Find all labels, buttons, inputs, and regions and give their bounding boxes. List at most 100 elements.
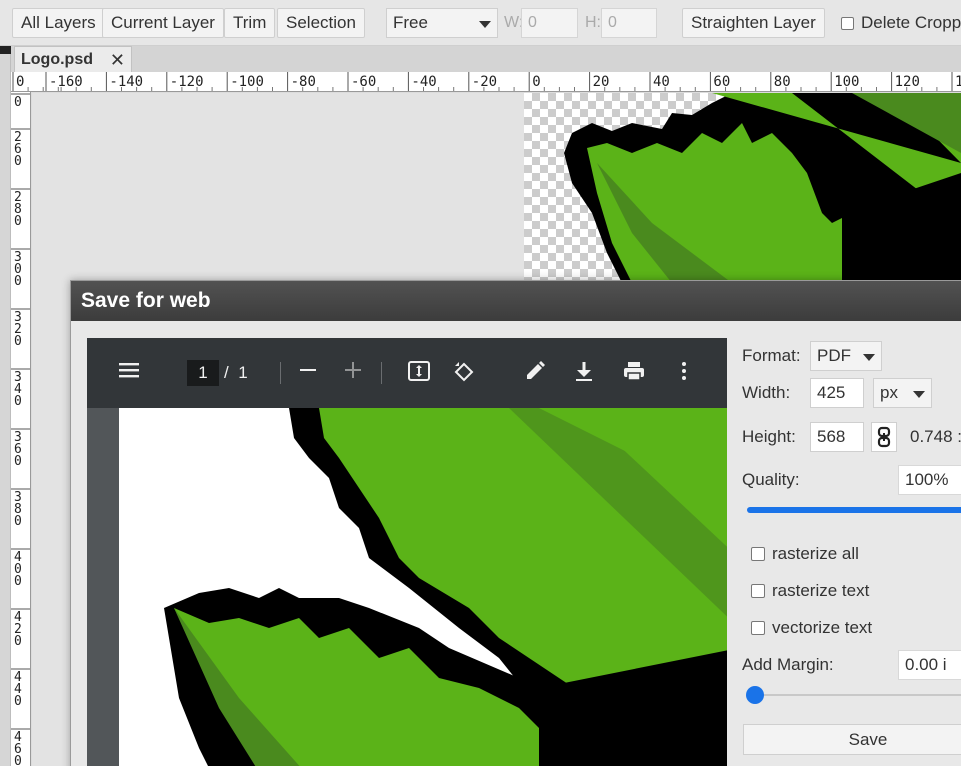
margin-input[interactable]: 0.00 i bbox=[898, 650, 961, 680]
vectorize-text-label: vectorize text bbox=[772, 618, 873, 637]
trim-button[interactable]: Trim bbox=[224, 8, 276, 38]
ruler-label: -120 bbox=[170, 74, 204, 90]
quality-slider[interactable] bbox=[747, 507, 961, 513]
ruler-label: 14 bbox=[955, 74, 961, 90]
height-input[interactable]: 568 bbox=[810, 422, 864, 452]
ruler-label: 0 bbox=[14, 394, 22, 409]
format-select[interactable]: PDF bbox=[810, 341, 882, 371]
ruler-label: 0 bbox=[14, 754, 22, 766]
ruler-label: 0 bbox=[14, 514, 22, 529]
add-margin-label: Add Margin: bbox=[742, 655, 834, 674]
save-for-web-dialog: Save for web 1 / 1 Format: PDF Width: 42… bbox=[70, 280, 961, 766]
download-icon[interactable] bbox=[570, 360, 598, 388]
zoom-in-icon[interactable] bbox=[339, 360, 367, 386]
logo-preview bbox=[119, 408, 727, 766]
quality-input[interactable]: 100% bbox=[898, 465, 961, 495]
ruler-label: 0 bbox=[14, 634, 22, 649]
width-input[interactable]: 425 bbox=[810, 378, 864, 408]
rasterize-all-label: rasterize all bbox=[772, 544, 859, 563]
ruler-label: 20 bbox=[593, 74, 610, 90]
page-total: 1 bbox=[238, 363, 248, 382]
horizontal-ruler: 0 -160 -140 -120 -100 -80 -60 -40 -20 0 20 40 60 80 10… bbox=[11, 72, 961, 92]
save-button[interactable]: Save bbox=[743, 724, 961, 755]
ruler-label: 120 bbox=[895, 74, 920, 90]
delete-cropped-label: Delete Cropp bbox=[861, 13, 961, 32]
pdf-toolbar: 1 / 1 bbox=[87, 338, 727, 408]
vertical-ruler: 0260280300320340360380400420440460 bbox=[11, 92, 31, 766]
quality-label: Quality: bbox=[742, 470, 800, 489]
ruler-label: 0 bbox=[532, 74, 540, 90]
page-number-input[interactable]: 1 bbox=[187, 360, 219, 386]
ruler-label: 0 bbox=[14, 154, 22, 169]
ratio-select-value: Free bbox=[393, 13, 428, 32]
format-label: Format: bbox=[742, 346, 801, 365]
unit-select-value: px bbox=[880, 383, 898, 402]
document-tab-label: Logo.psd bbox=[21, 51, 93, 68]
ratio-select[interactable]: Free bbox=[386, 8, 498, 38]
chevron-down-icon bbox=[863, 354, 875, 361]
chevron-down-icon bbox=[479, 21, 491, 28]
ruler-label: 0 bbox=[14, 334, 22, 349]
ruler-label: -20 bbox=[472, 74, 497, 90]
current-layer-button[interactable]: Current Layer bbox=[102, 8, 224, 38]
ruler-label: 0 bbox=[14, 95, 22, 110]
ruler-label: 0 bbox=[16, 74, 24, 90]
dialog-title[interactable]: Save for web bbox=[71, 281, 961, 321]
delete-cropped-checkbox[interactable] bbox=[841, 17, 854, 30]
ruler-label: 0 bbox=[14, 214, 22, 229]
width-input[interactable]: 0 bbox=[521, 8, 578, 38]
link-aspect-icon[interactable] bbox=[871, 422, 897, 452]
rasterize-all-checkbox[interactable] bbox=[751, 547, 765, 561]
rotate-icon[interactable] bbox=[450, 360, 478, 390]
rasterize-text-checkbox[interactable] bbox=[751, 584, 765, 598]
toolbar-divider bbox=[280, 362, 281, 384]
format-select-value: PDF bbox=[817, 346, 851, 365]
zoom-out-icon[interactable] bbox=[294, 360, 322, 386]
ruler-label: 0 bbox=[14, 274, 22, 289]
tool-strip-cap bbox=[0, 46, 11, 54]
close-icon[interactable]: ✕ bbox=[110, 47, 125, 73]
height-label: H: bbox=[585, 14, 601, 31]
ruler-label: -80 bbox=[291, 74, 316, 90]
unit-select[interactable]: px bbox=[873, 378, 932, 408]
fit-page-icon[interactable] bbox=[405, 360, 433, 388]
logo-artwork bbox=[524, 93, 961, 283]
height-label: Height: bbox=[742, 427, 796, 446]
app-window: All Layers Current Layer Trim Selection … bbox=[0, 0, 961, 766]
page-separator: / bbox=[224, 363, 229, 382]
ruler-label: 60 bbox=[713, 74, 730, 90]
pdf-preview: 1 / 1 bbox=[87, 338, 727, 766]
ruler-label: 80 bbox=[774, 74, 791, 90]
more-icon[interactable] bbox=[670, 360, 698, 388]
print-icon[interactable] bbox=[620, 360, 648, 388]
width-label: Width: bbox=[742, 383, 791, 402]
pen-icon[interactable] bbox=[521, 360, 549, 388]
chevron-down-icon bbox=[913, 391, 925, 398]
margin-slider-thumb[interactable] bbox=[746, 686, 764, 704]
ruler-label: -40 bbox=[411, 74, 436, 90]
margin-slider-track[interactable] bbox=[747, 694, 961, 696]
ruler-label: -160 bbox=[49, 74, 83, 90]
straighten-layer-button[interactable]: Straighten Layer bbox=[682, 8, 825, 38]
menu-icon[interactable] bbox=[115, 360, 143, 386]
all-layers-button[interactable]: All Layers bbox=[12, 8, 105, 38]
ruler-label: 0 bbox=[14, 574, 22, 589]
selection-button[interactable]: Selection bbox=[277, 8, 365, 38]
document-tab[interactable]: Logo.psd ✕ bbox=[14, 46, 132, 72]
height-input[interactable]: 0 bbox=[601, 8, 657, 38]
page-count: / 1 bbox=[224, 360, 248, 386]
tool-strip bbox=[0, 46, 11, 766]
ruler-label: -60 bbox=[351, 74, 376, 90]
ruler-label: 100 bbox=[834, 74, 859, 90]
ruler-label: -100 bbox=[230, 74, 264, 90]
ruler-label: -140 bbox=[109, 74, 143, 90]
toolbar-divider bbox=[381, 362, 382, 384]
crop-toolbar: All Layers Current Layer Trim Selection … bbox=[0, 0, 961, 46]
ruler-label: 40 bbox=[653, 74, 670, 90]
vectorize-text-checkbox[interactable] bbox=[751, 621, 765, 635]
pdf-page bbox=[119, 408, 727, 766]
ruler-label: 0 bbox=[14, 694, 22, 709]
document-tab-bar: Logo.psd ✕ bbox=[11, 46, 961, 72]
aspect-ratio-text: 0.748 : bbox=[910, 427, 961, 446]
rasterize-text-label: rasterize text bbox=[772, 581, 870, 600]
